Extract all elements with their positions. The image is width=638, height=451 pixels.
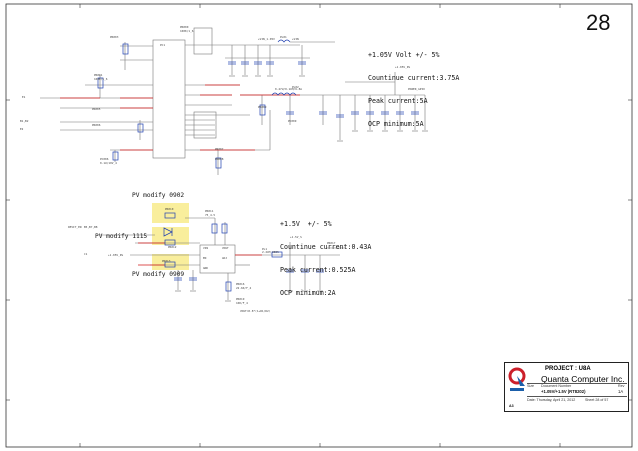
tb-size: A3 — [509, 404, 514, 408]
svg-text:+1.05V_PG: +1.05V_PG — [108, 253, 123, 257]
svg-text:ADJ: ADJ — [222, 256, 227, 260]
svg-text:+VIN: +VIN — [292, 37, 299, 41]
pv-note-bottom: PV modify 0909 — [132, 271, 185, 278]
pv-note-top: PV modify 0902 — [132, 192, 185, 199]
project-name: PROJECT : U8A — [545, 366, 591, 372]
note-1v5-line: Countinue current:0.43A — [280, 242, 372, 251]
svg-text:2.2UH_0805: 2.2UH_0805 — [262, 250, 279, 254]
tb-size-label: Size — [527, 384, 534, 388]
svg-text:VIN: VIN — [203, 246, 208, 250]
tb-document: +1.05V/+1.5V (RT8202) — [541, 389, 586, 394]
note-1v5-line: OCP minimum:2A — [280, 288, 336, 297]
tb-sheet: Sheet 28 of 57 — [585, 398, 609, 402]
svg-text:PR010: PR010 — [165, 207, 174, 211]
svg-text:+VIN_1.05V: +VIN_1.05V — [258, 37, 275, 41]
svg-text:GND: GND — [203, 266, 208, 270]
svg-text:0.47U/0.1UH/6.8A: 0.47U/0.1UH/6.8A — [275, 87, 302, 91]
note-1v5: +1.5V +/- 5% Countinue current:0.43A Pea… — [280, 206, 371, 305]
svg-text:C1: C1 — [84, 252, 88, 256]
note-1v05-line: OCP minimum:5A — [368, 119, 424, 128]
svg-text:100K/1_6: 100K/1_6 — [94, 77, 108, 81]
svg-text:PR013: PR013 — [162, 259, 171, 263]
note-1v05-line: Peak current:5A — [368, 96, 428, 105]
title-block: PROJECT : U8A Quanta Computer Inc. Size … — [504, 362, 629, 412]
page-number: 28 — [586, 10, 611, 35]
svg-text:PR007: PR007 — [215, 147, 224, 151]
tb-rev: 1A — [618, 389, 624, 394]
tb-rev-label: Rev — [618, 384, 625, 388]
note-1v5-line: Peak current:0.525A — [280, 265, 356, 274]
svg-text:DEVIT_EN: DEVIT_EN — [68, 225, 82, 229]
svg-text:PR009: PR009 — [258, 105, 267, 109]
svg-text:PC009: PC009 — [288, 119, 297, 123]
svg-text:75_4.5: 75_4.5 — [205, 213, 215, 217]
top-red-nets — [60, 84, 300, 151]
tb-divider — [527, 396, 627, 397]
tb-doc-label: Document Number — [541, 384, 572, 388]
svg-text:22.6K/F_4: 22.6K/F_4 — [236, 286, 251, 290]
svg-text:0.1U/10V_4: 0.1U/10V_4 — [100, 161, 117, 165]
svg-text:VOUT=0.8*(1+R1/R2): VOUT=0.8*(1+R1/R2) — [240, 309, 271, 313]
note-1v05-line: +1.05V Volt +/- 5% — [368, 51, 440, 60]
note-1v5-line: +1.5V +/- 5% — [280, 220, 332, 229]
svg-text:B1,B2: B1,B2 — [20, 119, 29, 123]
pv-note-middle: PV modify 1115 — [95, 233, 148, 240]
svg-text:10K/F_4: 10K/F_4 — [236, 301, 248, 305]
svg-text:E2: E2 — [20, 127, 24, 131]
svg-text:PR008: PR008 — [215, 157, 224, 161]
tb-date: Date: Thursday, April 21, 2012 — [527, 398, 576, 402]
svg-text:100K/1_6: 100K/1_6 — [180, 29, 194, 33]
svg-text:PR012: PR012 — [168, 245, 177, 249]
svg-text:PR005: PR005 — [92, 107, 101, 111]
svg-text:B5,B7,B8: B5,B7,B8 — [84, 225, 98, 229]
note-1v05-line: Countinue current:3.75A — [368, 73, 460, 82]
note-1v05: +1.05V Volt +/- 5% Countinue current:3.7… — [368, 37, 459, 136]
svg-text:PL01: PL01 — [280, 35, 287, 39]
svg-text:EN: EN — [203, 256, 207, 260]
svg-text:PR006: PR006 — [92, 123, 101, 127]
svg-text:E1: E1 — [22, 95, 26, 99]
svg-text:VOUT: VOUT — [222, 246, 229, 250]
quanta-logo-icon — [508, 367, 526, 391]
svg-text:PR003: PR003 — [110, 35, 119, 39]
svg-text:PC1: PC1 — [160, 43, 165, 47]
